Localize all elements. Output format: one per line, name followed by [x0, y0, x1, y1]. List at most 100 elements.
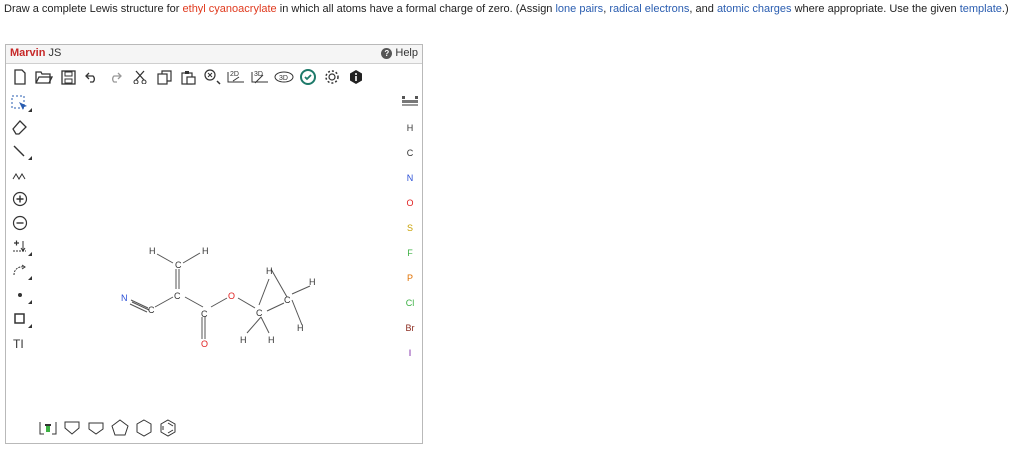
bond — [154, 296, 174, 308]
marvin-js-editor: Marvin JS ? Help 2D 3D 3D TI N C C H C H… — [5, 44, 423, 444]
periodic-table-icon[interactable] — [398, 91, 422, 116]
zoom-icon[interactable] — [201, 66, 223, 88]
drawing-canvas[interactable]: N C C H C H C O O C H H C H H H — [35, 91, 395, 413]
atom-label: O — [201, 339, 208, 349]
template-library-icon[interactable] — [39, 419, 57, 437]
clean-2d-label: 2D — [230, 71, 239, 78]
atom-label: H — [202, 246, 209, 256]
bond — [182, 252, 201, 264]
bond — [246, 316, 262, 334]
search-icon[interactable] — [297, 66, 319, 88]
3d-view-label: 3D — [279, 75, 288, 82]
editor-titlebar: Marvin JS ? Help — [6, 45, 422, 64]
element-palette: H C N O S F P Cl Br I — [398, 91, 422, 416]
molecule-atoms: N C C H C H C O O C H H C H H H — [121, 246, 316, 349]
element-n-button[interactable]: N — [398, 166, 422, 191]
template-link[interactable]: template — [960, 3, 1002, 15]
element-br-button[interactable]: Br — [398, 316, 422, 341]
settings-icon[interactable] — [321, 66, 343, 88]
erase-icon[interactable] — [6, 115, 34, 139]
bottom-toolbar — [35, 415, 399, 441]
atomic-charges-link[interactable]: atomic charges — [717, 3, 792, 15]
bond — [237, 297, 256, 309]
info-icon[interactable] — [345, 66, 367, 88]
open-icon[interactable] — [33, 66, 55, 88]
element-c-button[interactable]: C — [398, 141, 422, 166]
atom-label: H — [240, 335, 247, 345]
add-charge-icon[interactable] — [6, 187, 34, 211]
cyclopentane-icon[interactable] — [87, 419, 105, 437]
bond-icon[interactable] — [6, 139, 34, 163]
atom-label: C — [174, 291, 181, 301]
element-f-button[interactable]: F — [398, 241, 422, 266]
atom-label: O — [228, 291, 235, 301]
lone-pairs-link[interactable]: lone pairs — [555, 3, 603, 15]
top-toolbar: 2D 3D 3D — [6, 64, 425, 90]
bond — [156, 253, 174, 264]
question-part: in which all atoms have a formal charge … — [276, 3, 556, 15]
element-h-button[interactable]: H — [398, 116, 422, 141]
redo-icon[interactable] — [105, 66, 127, 88]
element-cl-button[interactable]: Cl — [398, 291, 422, 316]
brand-label: Marvin JS — [10, 47, 61, 59]
reaction-arrow-icon[interactable] — [6, 235, 34, 259]
bond — [291, 285, 311, 295]
save-icon[interactable] — [57, 66, 79, 88]
atom-label: H — [266, 266, 273, 276]
ring-template-icon[interactable] — [63, 419, 81, 437]
question-part: Draw a complete Lewis structure for — [4, 3, 183, 15]
3d-view-icon[interactable]: 3D — [273, 66, 295, 88]
atom-label: H — [149, 246, 156, 256]
brand-name: Marvin — [10, 47, 46, 59]
bond — [266, 302, 285, 312]
atom-label: C — [175, 260, 182, 270]
copy-icon[interactable] — [153, 66, 175, 88]
help-icon: ? — [381, 47, 393, 59]
text-icon[interactable]: TI — [6, 331, 34, 355]
shape-icon[interactable] — [6, 307, 34, 331]
clean-2d-icon[interactable]: 2D — [225, 66, 247, 88]
atom-label: C — [256, 308, 263, 318]
molecule-drawing: N C C H C H C O O C H H C H H H — [121, 246, 316, 349]
electron-flow-icon[interactable] — [6, 259, 34, 283]
atom-label: H — [297, 323, 304, 333]
question-text: Draw a complete Lewis structure for ethy… — [4, 2, 1020, 17]
question-part: .) — [1001, 3, 1009, 15]
chain-icon[interactable] — [6, 163, 34, 187]
hexagon-icon[interactable] — [135, 419, 153, 437]
bond — [270, 268, 288, 298]
clean-3d-icon[interactable]: 3D — [249, 66, 271, 88]
question-part: , and — [689, 3, 717, 15]
help-label: Help — [395, 47, 418, 59]
question-part: where appropriate. Use the given — [791, 3, 960, 15]
atom-label: C — [201, 309, 208, 319]
bond — [291, 299, 303, 326]
bond — [260, 316, 270, 334]
compound-name: ethyl cyanoacrylate — [182, 3, 277, 15]
remove-charge-icon[interactable] — [6, 211, 34, 235]
atom-label: H — [268, 335, 275, 345]
bond — [130, 299, 149, 309]
cut-icon[interactable] — [129, 66, 151, 88]
element-o-button[interactable]: O — [398, 191, 422, 216]
atom-label: N — [121, 293, 128, 303]
bond — [210, 297, 228, 308]
radical-electrons-link[interactable]: radical electrons — [609, 3, 689, 15]
paste-icon[interactable] — [177, 66, 199, 88]
atom-label: C — [148, 305, 155, 315]
left-toolbar: TI — [6, 91, 34, 416]
molecule-bonds — [129, 252, 311, 339]
undo-icon[interactable] — [81, 66, 103, 88]
benzene-icon[interactable] — [159, 419, 177, 437]
text-tool-label: TI — [13, 337, 24, 351]
element-p-button[interactable]: P — [398, 266, 422, 291]
help-button[interactable]: ? Help — [381, 47, 418, 59]
element-s-button[interactable]: S — [398, 216, 422, 241]
pentagon-icon[interactable] — [111, 419, 129, 437]
atom-label: C — [284, 295, 291, 305]
select-icon[interactable] — [6, 91, 34, 115]
element-i-button[interactable]: I — [398, 341, 422, 366]
radical-icon[interactable] — [6, 283, 34, 307]
brand-suffix: JS — [45, 47, 62, 59]
new-document-icon[interactable] — [9, 66, 31, 88]
